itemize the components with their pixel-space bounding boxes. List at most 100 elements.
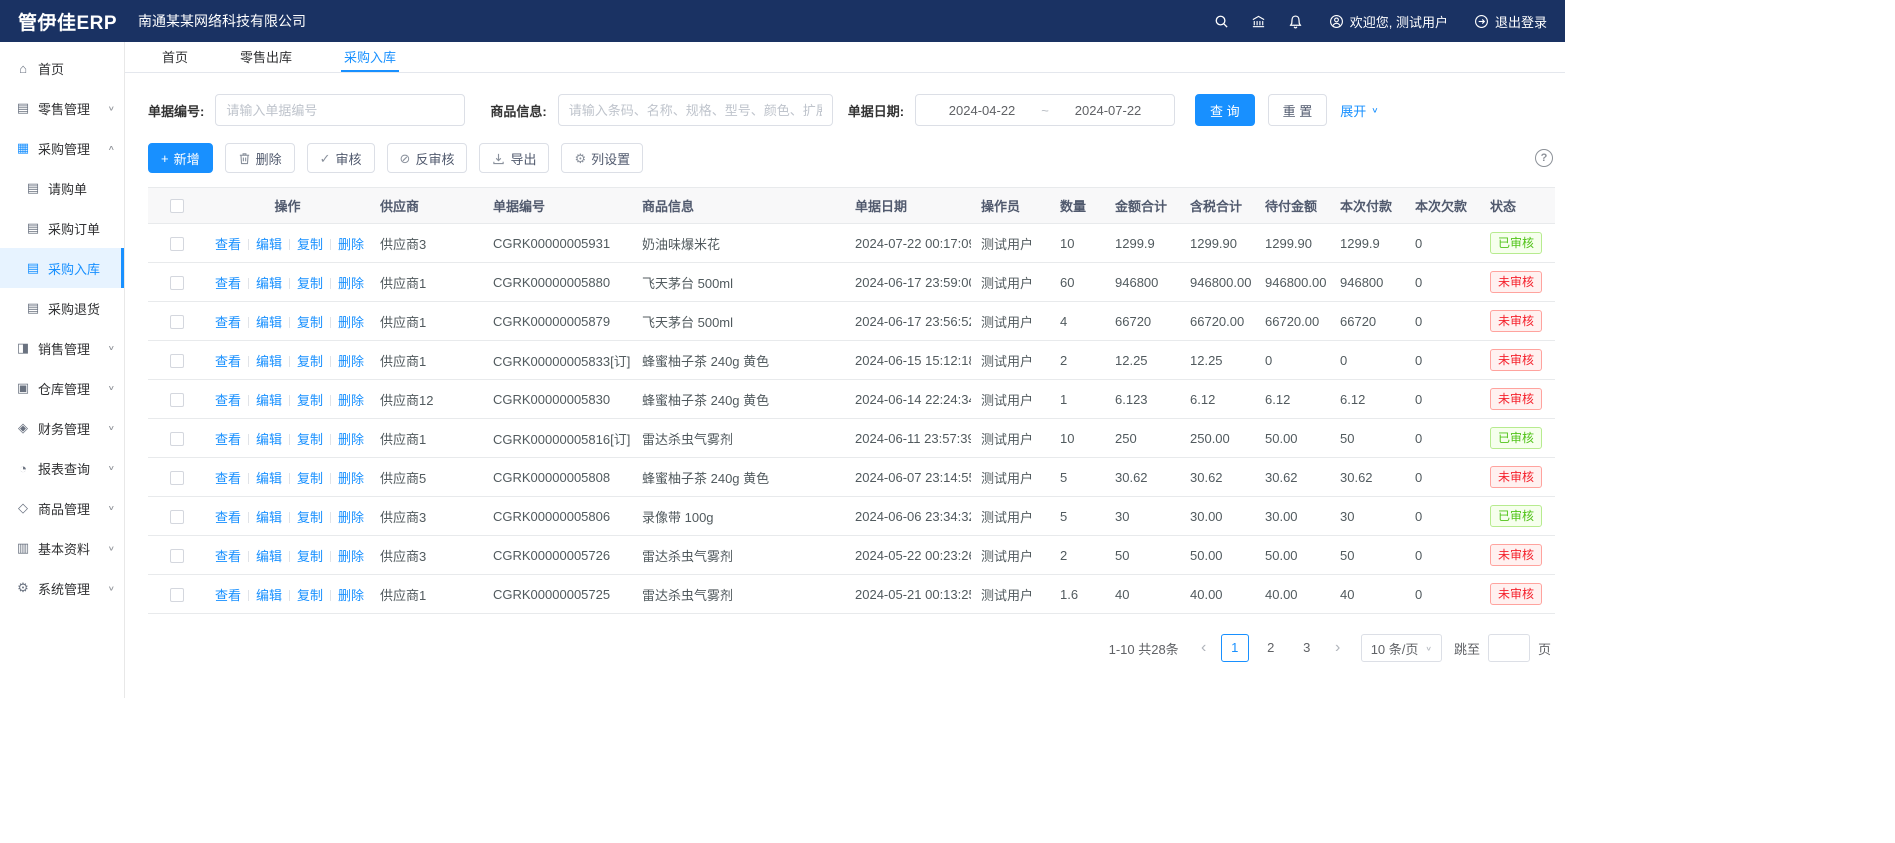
filter-bar: 单据编号: 商品信息: 单据日期: 2024-04-22 ~ 2024-07-2… (125, 73, 1565, 126)
warehouse-icon: ▣ (15, 380, 31, 396)
logout-button[interactable]: 退出登录 (1474, 12, 1547, 31)
date-start-value[interactable]: 2024-04-22 (929, 103, 1035, 118)
sidebar-subitem[interactable]: ▤请购单 (0, 168, 124, 208)
row-action-copy[interactable]: 复制 (297, 276, 323, 291)
row-action-copy[interactable]: 复制 (297, 354, 323, 369)
sidebar-item[interactable]: ▤零售管理∨ (0, 88, 124, 128)
row-action-delete[interactable]: 删除 (338, 393, 364, 408)
row-checkbox[interactable] (170, 471, 184, 485)
row-action-view[interactable]: 查看 (215, 471, 241, 486)
row-action-view[interactable]: 查看 (215, 276, 241, 291)
row-checkbox[interactable] (170, 432, 184, 446)
help-icon[interactable]: ? (1535, 149, 1553, 167)
row-action-copy[interactable]: 复制 (297, 393, 323, 408)
row-action-delete[interactable]: 删除 (338, 354, 364, 369)
sidebar-item[interactable]: ◈财务管理∨ (0, 408, 124, 448)
date-end-value[interactable]: 2024-07-22 (1055, 103, 1161, 118)
row-action-delete[interactable]: 删除 (338, 432, 364, 447)
row-action-view[interactable]: 查看 (215, 315, 241, 330)
tab-item[interactable]: 零售出库 (237, 42, 295, 72)
next-page-button[interactable]: › (1325, 640, 1351, 656)
sidebar-item[interactable]: ◔报表查询∨ (0, 448, 124, 488)
sidebar-item[interactable]: ◨销售管理∨ (0, 328, 124, 368)
sidebar-item[interactable]: ⌂首页 (0, 48, 124, 88)
date-range-picker[interactable]: 2024-04-22 ~ 2024-07-22 (915, 94, 1175, 126)
product-cell: 雷达杀虫气雾剂 (632, 536, 845, 575)
search-icon[interactable] (1214, 14, 1229, 29)
row-checkbox[interactable] (170, 549, 184, 563)
row-checkbox[interactable] (170, 510, 184, 524)
row-action-delete[interactable]: 删除 (338, 315, 364, 330)
row-action-edit[interactable]: 编辑 (256, 549, 282, 564)
column-settings-button[interactable]: ⚙ 列设置 (561, 143, 643, 173)
row-action-delete[interactable]: 删除 (338, 549, 364, 564)
row-action-edit[interactable]: 编辑 (256, 393, 282, 408)
row-action-copy[interactable]: 复制 (297, 471, 323, 486)
sidebar-subitem[interactable]: ▤采购退货 (0, 288, 124, 328)
export-button[interactable]: 导出 (479, 143, 549, 173)
row-action-edit[interactable]: 编辑 (256, 237, 282, 252)
row-action-copy[interactable]: 复制 (297, 549, 323, 564)
sidebar-subitem[interactable]: ▤采购订单 (0, 208, 124, 248)
sidebar-item[interactable]: ⚙系统管理∨ (0, 568, 124, 608)
row-action-copy[interactable]: 复制 (297, 510, 323, 525)
tab-item[interactable]: 首页 (159, 42, 191, 72)
row-action-edit[interactable]: 编辑 (256, 588, 282, 603)
page-number-button[interactable]: 2 (1257, 634, 1285, 662)
jump-page-input[interactable] (1488, 634, 1530, 662)
sidebar-subitem[interactable]: ▤采购入库 (0, 248, 124, 288)
row-checkbox[interactable] (170, 588, 184, 602)
row-checkbox[interactable] (170, 393, 184, 407)
row-action-delete[interactable]: 删除 (338, 588, 364, 603)
page-number-button[interactable]: 1 (1221, 634, 1249, 662)
sidebar-item[interactable]: ◇商品管理∨ (0, 488, 124, 528)
row-action-view[interactable]: 查看 (215, 354, 241, 369)
page-size-select[interactable]: 10 条/页 ∨ (1361, 634, 1442, 662)
row-checkbox[interactable] (170, 315, 184, 329)
row-action-view[interactable]: 查看 (215, 393, 241, 408)
sidebar-item[interactable]: ▥基本资料∨ (0, 528, 124, 568)
sidebar-item[interactable]: ▦采购管理∧ (0, 128, 124, 168)
row-action-copy[interactable]: 复制 (297, 588, 323, 603)
row-action-delete[interactable]: 删除 (338, 237, 364, 252)
select-all-checkbox[interactable] (170, 199, 184, 213)
tab-item[interactable]: 采购入库 (341, 42, 399, 72)
reset-button[interactable]: 重 置 (1268, 94, 1328, 126)
bank-icon[interactable] (1251, 14, 1266, 29)
page-number-button[interactable]: 3 (1293, 634, 1321, 662)
row-action-view[interactable]: 查看 (215, 510, 241, 525)
row-action-view[interactable]: 查看 (215, 588, 241, 603)
row-action-delete[interactable]: 删除 (338, 510, 364, 525)
row-action-edit[interactable]: 编辑 (256, 432, 282, 447)
row-checkbox[interactable] (170, 276, 184, 290)
row-action-copy[interactable]: 复制 (297, 432, 323, 447)
search-button[interactable]: 查 询 (1195, 94, 1255, 126)
row-action-delete[interactable]: 删除 (338, 276, 364, 291)
row-action-edit[interactable]: 编辑 (256, 276, 282, 291)
row-action-edit[interactable]: 编辑 (256, 471, 282, 486)
row-action-edit[interactable]: 编辑 (256, 510, 282, 525)
unaudit-button[interactable]: ⊘ 反审核 (387, 143, 468, 173)
row-action-delete[interactable]: 删除 (338, 471, 364, 486)
sidebar-item[interactable]: ▣仓库管理∨ (0, 368, 124, 408)
delete-button[interactable]: 删除 (225, 143, 295, 173)
prev-page-button[interactable]: ‹ (1191, 640, 1217, 656)
status-badge: 未审核 (1490, 544, 1542, 566)
row-action-copy[interactable]: 复制 (297, 237, 323, 252)
row-action-view[interactable]: 查看 (215, 549, 241, 564)
row-action-edit[interactable]: 编辑 (256, 354, 282, 369)
row-checkbox[interactable] (170, 237, 184, 251)
status-cell: 未审核 (1480, 341, 1555, 380)
doc-no-input[interactable] (215, 94, 465, 126)
row-checkbox[interactable] (170, 354, 184, 368)
add-button[interactable]: + 新增 (148, 143, 213, 173)
bell-icon[interactable] (1288, 14, 1303, 29)
expand-toggle[interactable]: 展开 ∨ (1340, 101, 1378, 120)
row-action-view[interactable]: 查看 (215, 432, 241, 447)
row-action-view[interactable]: 查看 (215, 237, 241, 252)
audit-button[interactable]: ✓ 审核 (307, 143, 375, 173)
product-input[interactable] (558, 94, 833, 126)
row-action-copy[interactable]: 复制 (297, 315, 323, 330)
welcome-user[interactable]: 欢迎您, 测试用户 (1329, 12, 1448, 31)
row-action-edit[interactable]: 编辑 (256, 315, 282, 330)
